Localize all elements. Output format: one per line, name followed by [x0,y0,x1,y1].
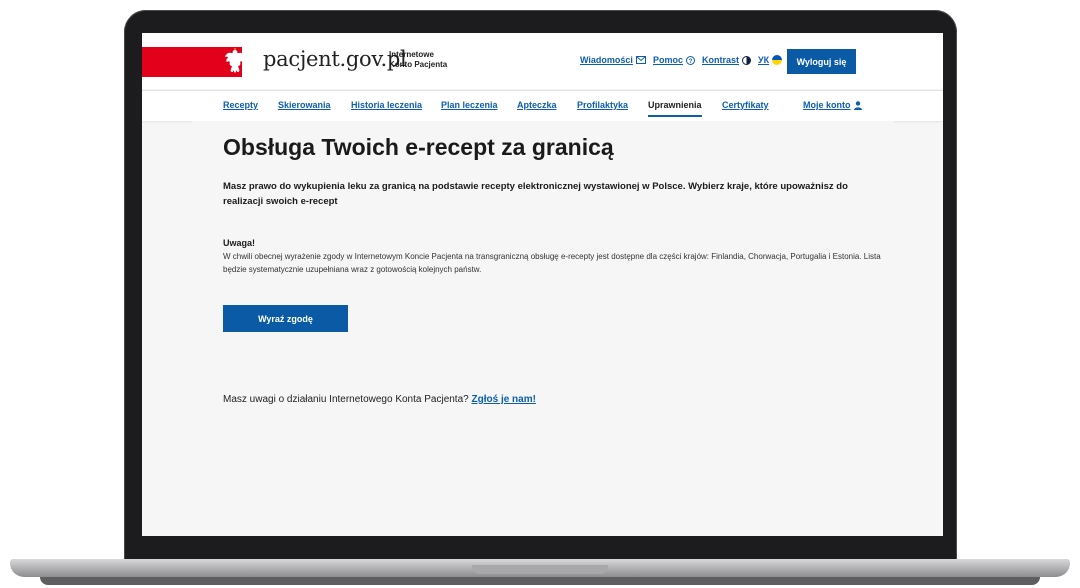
header: pacjent.gov.pl Internetowe Konto Pacjent… [142,33,943,89]
nav-item-uprawnienia[interactable]: Uprawnienia [648,100,702,117]
envelope-icon [635,56,646,64]
nav-item-plan-leczenia[interactable]: Plan leczenia [441,100,498,110]
contrast-link[interactable]: Kontrast [702,55,752,65]
feedback-link[interactable]: Zgłoś je nam! [472,394,536,405]
ukraine-flag-icon [772,55,783,65]
nav-item-certyfikaty[interactable]: Certyfikaty [722,100,769,110]
laptop-foot [40,577,1040,585]
nav-item-recepty[interactable]: Recepty [223,100,258,110]
feedback-text: Masz uwagi o działaniu Internetowego Kon… [223,394,469,405]
svg-text:?: ? [689,59,693,65]
eagle-emblem-icon [225,48,245,73]
ukrainian-language-link[interactable]: УК [758,55,783,65]
contrast-icon [742,55,752,65]
main-content: Obsługa Twoich e-recept za granicą Masz … [192,121,894,434]
help-circle-icon: ? [686,55,696,65]
nav-item-skierowania[interactable]: Skierowania [278,100,331,110]
main-nav: Recepty Skierowania Historia leczenia Pl… [142,90,943,121]
nav-item-profilaktyka[interactable]: Profilaktyka [577,100,628,110]
logout-button[interactable]: Wyloguj się [787,49,856,74]
feedback: Masz uwagi o działaniu Internetowego Kon… [223,394,536,405]
user-icon [853,100,862,110]
site-subtitle: Internetowe Konto Pacjenta [389,50,448,69]
laptop-notch [472,565,608,574]
page-title: Obsługa Twoich e-recept za granicą [223,134,614,160]
notice-title: Uwaga! [223,238,256,248]
lead-text: Masz prawo do wykupienia leku za granicą… [223,181,848,207]
nav-item-historia-leczenia[interactable]: Historia leczenia [351,100,422,110]
site-logo[interactable]: pacjent.gov.pl [263,47,407,71]
help-link[interactable]: Pomoc ? [653,55,696,65]
news-link[interactable]: Wiadomości [580,55,646,65]
nav-item-apteczka[interactable]: Apteczka [517,100,557,110]
notice-text: W chwili obecnej wyrażenie zgody w Inter… [223,252,881,274]
screen: pacjent.gov.pl Internetowe Konto Pacjent… [142,33,943,536]
consent-button[interactable]: Wyraź zgodę [223,305,348,332]
nav-item-account[interactable]: Moje konto [803,100,862,110]
